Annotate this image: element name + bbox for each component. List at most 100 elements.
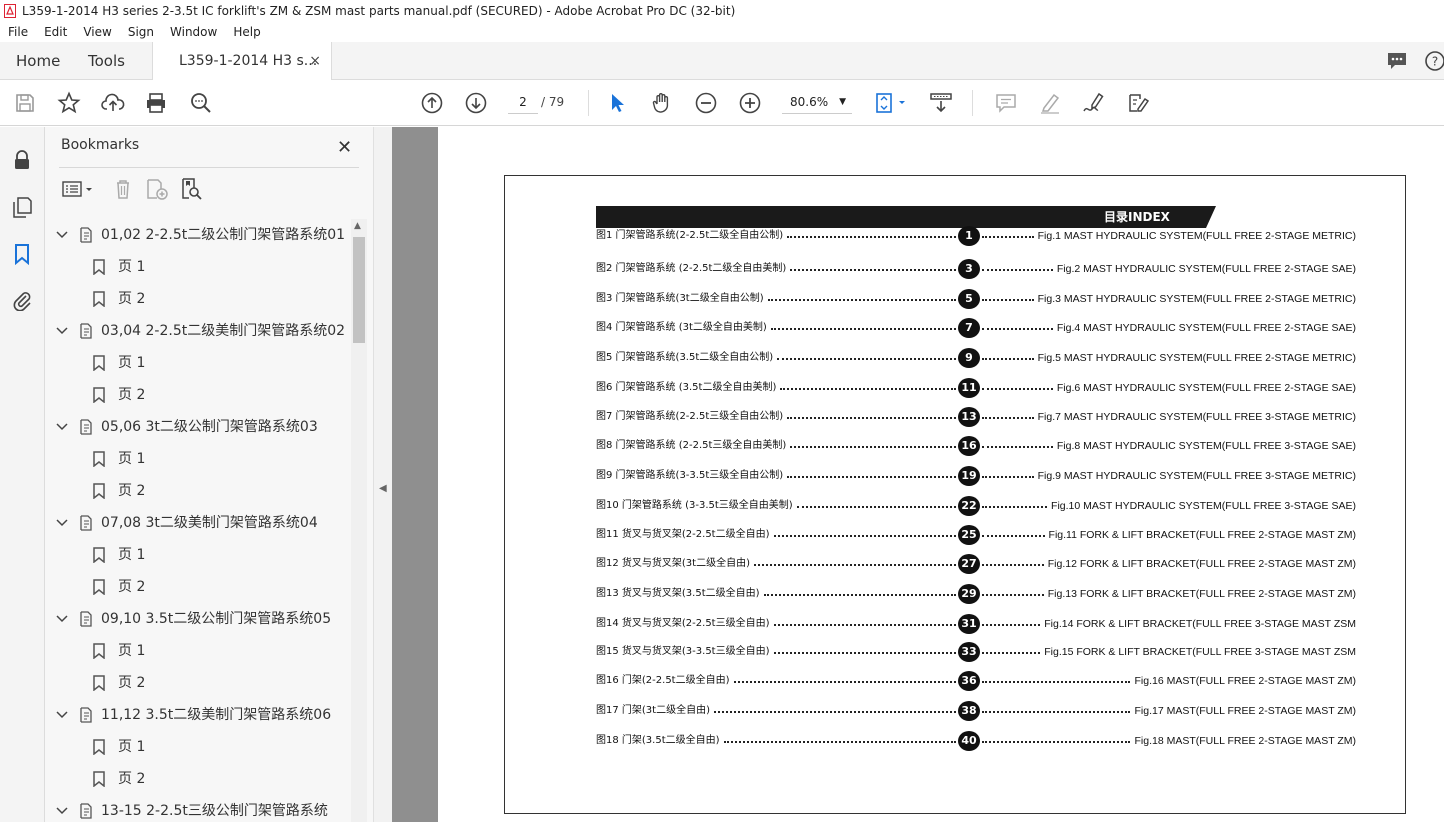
toc-entry[interactable]: 图11 货叉与货叉架(2-2.5t二级全自由) 25 Fig.11 FORK & L… xyxy=(596,525,1356,545)
panel-collapse-handle[interactable]: ◀ xyxy=(373,127,392,822)
toc-entry[interactable]: 图12 货叉与货叉架(3t二级全自由) 27 Fig.12 FORK & LIFT … xyxy=(596,554,1356,574)
toc-entry[interactable]: 图10 门架管路系统 (3-3.5t三级全自由美制) 22 Fig.10 MAST … xyxy=(596,496,1356,516)
bookmark-item[interactable]: 页 2 xyxy=(45,667,351,699)
toc-entry-chinese-title: 图2 门架管路系统 (2-2.5t二级全自由美制) xyxy=(596,263,787,274)
upload-cloud-icon[interactable] xyxy=(101,91,125,115)
collapse-arrow-icon[interactable]: ◀ xyxy=(379,483,387,494)
tab-home[interactable]: Home xyxy=(16,42,60,80)
bookmark-item[interactable]: 03,04 2-2.5t二级美制门架管路系统02 xyxy=(45,315,351,347)
chevron-down-icon[interactable] xyxy=(56,422,68,432)
lock-icon[interactable] xyxy=(11,149,33,171)
bookmark-label: 页 2 xyxy=(118,387,146,403)
save-icon[interactable] xyxy=(13,91,37,115)
bookmark-scrollbar[interactable]: ▲ xyxy=(351,219,367,822)
scrollbar-thumb[interactable] xyxy=(353,237,365,343)
edit-form-icon[interactable] xyxy=(1126,91,1150,115)
bookmark-label: 页 1 xyxy=(118,739,146,755)
menu-edit[interactable]: Edit xyxy=(36,22,75,42)
toc-entry[interactable]: 图14 货叉与货叉架(2-2.5t三级全自由) 31 Fig.14 FORK & L… xyxy=(596,614,1356,634)
toc-entry[interactable]: 图17 门架(3t二级全自由) 38 Fig.17 MAST(FULL FREE 2… xyxy=(596,701,1356,721)
menu-sign[interactable]: Sign xyxy=(120,22,162,42)
page-thumbnails-icon[interactable] xyxy=(11,196,33,218)
bookmark-item[interactable]: 页 2 xyxy=(45,763,351,795)
bookmark-item[interactable]: 01,02 2-2.5t二级公制门架管路系统01 xyxy=(45,219,351,251)
bookmark-item[interactable]: 11,12 3.5t二级美制门架管路系统06 xyxy=(45,699,351,731)
bookmark-item[interactable]: 页 1 xyxy=(45,539,351,571)
chevron-down-icon[interactable] xyxy=(56,710,68,720)
menu-file[interactable]: File xyxy=(0,22,36,42)
bookmark-icon xyxy=(93,387,105,403)
help-icon[interactable]: ? xyxy=(1424,50,1444,72)
bookmark-item[interactable]: 页 2 xyxy=(45,379,351,411)
previous-page-icon[interactable] xyxy=(420,91,444,115)
delete-bookmark-icon[interactable] xyxy=(111,177,135,201)
search-zoom-icon[interactable] xyxy=(189,91,213,115)
print-icon[interactable] xyxy=(144,91,168,115)
chevron-down-icon[interactable] xyxy=(56,518,68,528)
attachments-icon[interactable] xyxy=(11,289,33,311)
bookmark-item[interactable]: 07,08 3t二级美制门架管路系统04 xyxy=(45,507,351,539)
highlight-pen-icon[interactable] xyxy=(1038,91,1062,115)
toc-entry[interactable]: 图6 门架管路系统 (3.5t二级全自由美制) 11 Fig.6 MAST HYDR… xyxy=(596,378,1356,398)
chevron-down-icon[interactable] xyxy=(56,230,68,240)
scroll-mode-icon[interactable] xyxy=(929,91,953,115)
bookmark-icon xyxy=(93,771,105,787)
close-tab-button[interactable]: × xyxy=(309,42,321,80)
toc-entry[interactable]: 图7 门架管路系统(2-2.5t三级全自由公制) 13 Fig.7 MAST HYD… xyxy=(596,407,1356,427)
bookmark-item[interactable]: 页 1 xyxy=(45,635,351,667)
toc-entry[interactable]: 图16 门架(2-2.5t二级全自由) 36 Fig.16 MAST(FULL FR… xyxy=(596,671,1356,691)
toc-entry[interactable]: 图8 门架管路系统 (2-2.5t三级全自由美制) 16 Fig.8 MAST HY… xyxy=(596,436,1356,456)
toc-page-number-badge: 1 xyxy=(958,226,980,246)
menu-view[interactable]: View xyxy=(75,22,119,42)
hand-tool-icon[interactable] xyxy=(650,91,674,115)
bookmark-options-icon[interactable] xyxy=(61,177,97,201)
bookmark-item[interactable]: 05,06 3t二级公制门架管路系统03 xyxy=(45,411,351,443)
bookmark-item[interactable]: 页 2 xyxy=(45,571,351,603)
menu-help[interactable]: Help xyxy=(225,22,268,42)
chevron-down-icon[interactable] xyxy=(56,326,68,336)
toc-entry[interactable]: 图4 门架管路系统 (3t二级全自由美制) 7 Fig.4 MAST HYDRAUL… xyxy=(596,318,1356,338)
toc-entry[interactable]: 图18 门架(3.5t二级全自由) 40 Fig.18 MAST(FULL FREE… xyxy=(596,731,1356,751)
toc-entry[interactable]: 图15 货叉与货叉架(3-3.5t三级全自由) 33 Fig.15 FORK & L… xyxy=(596,642,1356,662)
toc-page-number-badge: 16 xyxy=(958,436,980,456)
menu-window[interactable]: Window xyxy=(162,22,225,42)
tab-tools[interactable]: Tools xyxy=(88,42,125,80)
bookmark-item[interactable]: 页 1 xyxy=(45,251,351,283)
bookmark-item[interactable]: 页 2 xyxy=(45,475,351,507)
sign-pen-icon[interactable] xyxy=(1082,91,1106,115)
zoom-level-dropdown[interactable]: 80.6% ▼ xyxy=(782,90,852,114)
new-bookmark-icon[interactable] xyxy=(145,177,169,201)
toc-entry[interactable]: 图3 门架管路系统(3t二级全自由公制) 5 Fig.3 MAST HYDRAULI… xyxy=(596,289,1356,309)
bookmark-item[interactable]: 09,10 3.5t二级公制门架管路系统05 xyxy=(45,603,351,635)
chevron-down-icon[interactable] xyxy=(56,806,68,816)
tab-document[interactable]: L359-1-2014 H3 s... × xyxy=(152,42,332,80)
toc-entry-chinese-title: 图18 门架(3.5t二级全自由) xyxy=(596,735,720,746)
page-number-input[interactable]: 2 xyxy=(508,90,538,114)
sticky-note-icon[interactable] xyxy=(994,91,1018,115)
fit-page-icon[interactable] xyxy=(873,91,909,115)
toc-entry[interactable]: 图9 门架管路系统(3-3.5t三级全自由公制) 19 Fig.9 MAST HYD… xyxy=(596,466,1356,486)
select-cursor-icon[interactable] xyxy=(606,91,630,115)
bookmark-item[interactable]: 页 1 xyxy=(45,347,351,379)
find-bookmark-icon[interactable] xyxy=(179,177,203,201)
bookmarks-icon[interactable] xyxy=(11,243,33,265)
toc-entry[interactable]: 图1 门架管路系统(2-2.5t二级全自由公制) 1 Fig.1 MAST HYDR… xyxy=(596,226,1356,246)
zoom-in-icon[interactable] xyxy=(738,91,762,115)
close-panel-button[interactable]: ✕ xyxy=(337,137,352,158)
chevron-down-icon[interactable] xyxy=(56,614,68,624)
toc-leader-dots xyxy=(982,535,1045,537)
toc-entry[interactable]: 图2 门架管路系统 (2-2.5t二级全自由美制) 3 Fig.2 MAST HYD… xyxy=(596,259,1356,279)
bookmark-item[interactable]: 13-15 2-2.5t三级公制门架管路系统 xyxy=(45,795,351,822)
toc-entry[interactable]: 图5 门架管路系统(3.5t二级全自由公制) 9 Fig.5 MAST HYDRAU… xyxy=(596,348,1356,368)
star-icon[interactable] xyxy=(57,91,81,115)
bookmark-item[interactable]: 页 2 xyxy=(45,283,351,315)
toc-leader-dots xyxy=(768,299,956,301)
toc-entry[interactable]: 图13 货叉与货叉架(3.5t二级全自由) 29 Fig.13 FORK & LIF… xyxy=(596,584,1356,604)
scroll-up-icon[interactable]: ▲ xyxy=(354,221,361,231)
zoom-level-value: 80.6% xyxy=(790,95,829,109)
zoom-out-icon[interactable] xyxy=(694,91,718,115)
comment-icon[interactable] xyxy=(1386,50,1408,72)
bookmark-item[interactable]: 页 1 xyxy=(45,443,351,475)
next-page-icon[interactable] xyxy=(464,91,488,115)
bookmark-item[interactable]: 页 1 xyxy=(45,731,351,763)
